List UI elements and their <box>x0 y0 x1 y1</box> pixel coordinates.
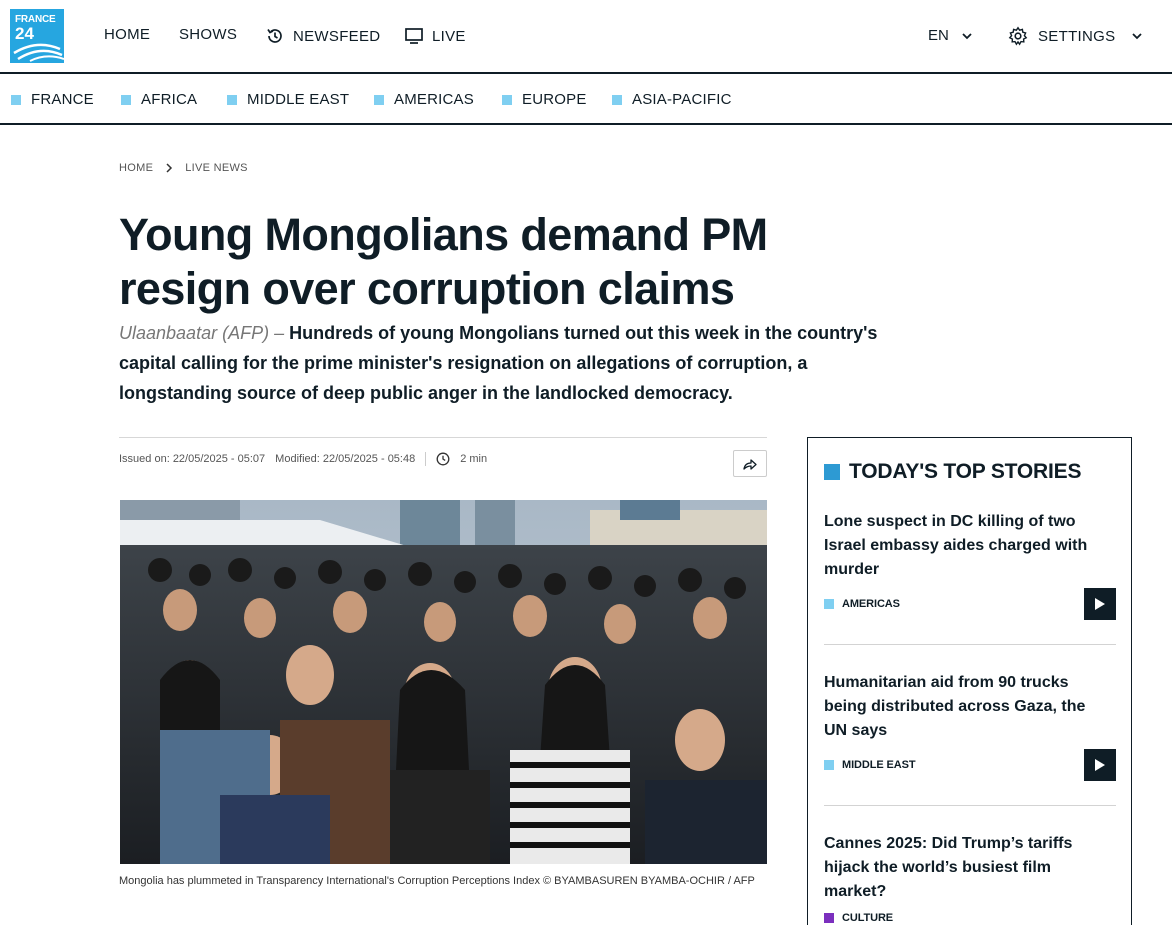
region-label: ASIA-PACIFIC <box>632 91 732 108</box>
story-headline[interactable]: Cannes 2025: Did Trump’s tariffs hijack … <box>824 832 1104 904</box>
region-marker <box>612 94 622 105</box>
region-label: AFRICA <box>141 91 198 108</box>
issued-date: Issued on: 22/05/2025 - 05:07 <box>119 453 266 465</box>
top-navigation: FRANCE 24 HOME SHOWS NEWSFEED LIVE EN SE… <box>0 0 1172 74</box>
story-tag[interactable]: AMERICAS <box>824 598 900 610</box>
logo-waves-icon <box>13 43 64 62</box>
france24-logo[interactable]: FRANCE 24 <box>10 9 64 63</box>
region-americas[interactable]: AMERICAS <box>374 91 474 108</box>
chevron-right-icon <box>166 163 173 173</box>
story-tag[interactable]: CULTURE <box>824 912 893 924</box>
top-story-item[interactable]: Cannes 2025: Did Trump’s tariffs hijack … <box>824 832 1116 925</box>
region-marker <box>374 94 384 105</box>
play-video-button[interactable] <box>1084 588 1116 620</box>
article-dateline: Ulaanbaatar (AFP) – <box>119 323 285 343</box>
heading-marker <box>824 464 840 480</box>
top-story-item[interactable]: Lone suspect in DC killing of two Israel… <box>824 510 1116 660</box>
region-navigation: FRANCE AFRICA MIDDLE EAST AMERICAS EUROP… <box>0 76 1172 125</box>
top-story-item[interactable]: Humanitarian aid from 90 trucks being di… <box>824 671 1116 821</box>
story-tag-label: MIDDLE EAST <box>842 759 916 771</box>
nav-live[interactable]: LIVE <box>404 26 466 46</box>
story-headline[interactable]: Lone suspect in DC killing of two Israel… <box>824 510 1104 582</box>
nav-newsfeed[interactable]: NEWSFEED <box>265 26 380 46</box>
story-tag-label: AMERICAS <box>842 598 900 610</box>
top-stories-panel: TODAY'S TOP STORIES Lone suspect in DC k… <box>807 437 1132 925</box>
share-icon <box>743 458 757 470</box>
story-headline[interactable]: Humanitarian aid from 90 trucks being di… <box>824 671 1104 743</box>
region-france[interactable]: FRANCE <box>11 91 94 108</box>
protest-crowd-image <box>120 500 767 864</box>
breadcrumb-live-news[interactable]: LIVE NEWS <box>185 162 248 174</box>
nav-home-label: HOME <box>104 26 151 43</box>
nav-newsfeed-label: NEWSFEED <box>293 27 381 45</box>
story-tag[interactable]: MIDDLE EAST <box>824 759 916 771</box>
article-title: Young Mongolians demand PM resign over c… <box>119 209 768 314</box>
tag-marker <box>824 599 834 609</box>
article-lede: Ulaanbaatar (AFP) – Hundreds of young Mo… <box>119 318 879 408</box>
nav-live-label: LIVE <box>432 27 466 45</box>
region-label: AMERICAS <box>394 91 474 108</box>
tag-marker <box>824 913 834 923</box>
tag-marker <box>824 760 834 770</box>
play-icon <box>1095 598 1105 610</box>
modified-date: Modified: 22/05/2025 - 05:48 <box>275 453 416 465</box>
story-divider <box>824 805 1116 806</box>
region-middle-east[interactable]: MIDDLE EAST <box>227 91 349 108</box>
history-icon <box>267 29 282 43</box>
share-button[interactable] <box>733 450 767 477</box>
article-meta: Issued on: 22/05/2025 - 05:07 Modified: … <box>119 437 767 483</box>
story-divider <box>824 644 1116 645</box>
region-label: MIDDLE EAST <box>247 91 350 108</box>
nav-shows-label: SHOWS <box>179 26 238 43</box>
region-europe[interactable]: EUROPE <box>502 91 587 108</box>
play-icon <box>1095 759 1105 771</box>
language-selector[interactable]: EN <box>928 27 973 44</box>
region-label: FRANCE <box>31 91 94 108</box>
region-marker <box>227 94 237 105</box>
story-tag-label: CULTURE <box>842 912 894 924</box>
tv-icon <box>405 28 423 44</box>
breadcrumb-home[interactable]: HOME <box>119 162 153 174</box>
region-marker <box>11 94 21 105</box>
region-label: EUROPE <box>522 91 587 108</box>
breadcrumb: HOME LIVE NEWS <box>119 162 248 174</box>
nav-home[interactable]: HOME <box>104 26 150 43</box>
nav-shows[interactable]: SHOWS <box>179 26 237 43</box>
photo-caption: Mongolia has plummeted in Transparency I… <box>119 875 755 887</box>
settings-menu[interactable]: SETTINGS <box>1008 26 1143 46</box>
language-label: EN <box>928 27 949 44</box>
region-marker <box>502 94 512 105</box>
settings-label: SETTINGS <box>1038 27 1116 45</box>
play-video-button[interactable] <box>1084 749 1116 781</box>
region-africa[interactable]: AFRICA <box>121 91 197 108</box>
meta-divider <box>425 452 427 466</box>
chevron-down-icon <box>962 32 972 39</box>
top-stories-title: TODAY'S TOP STORIES <box>849 460 1082 483</box>
clock-icon <box>436 452 450 466</box>
region-asia-pacific[interactable]: ASIA-PACIFIC <box>612 91 732 108</box>
chevron-down-icon <box>1132 33 1143 40</box>
top-stories-heading: TODAY'S TOP STORIES <box>824 460 1081 484</box>
read-time: 2 min <box>460 453 488 465</box>
region-marker <box>121 94 131 105</box>
article-photo <box>120 500 767 864</box>
gear-icon <box>1008 26 1028 46</box>
